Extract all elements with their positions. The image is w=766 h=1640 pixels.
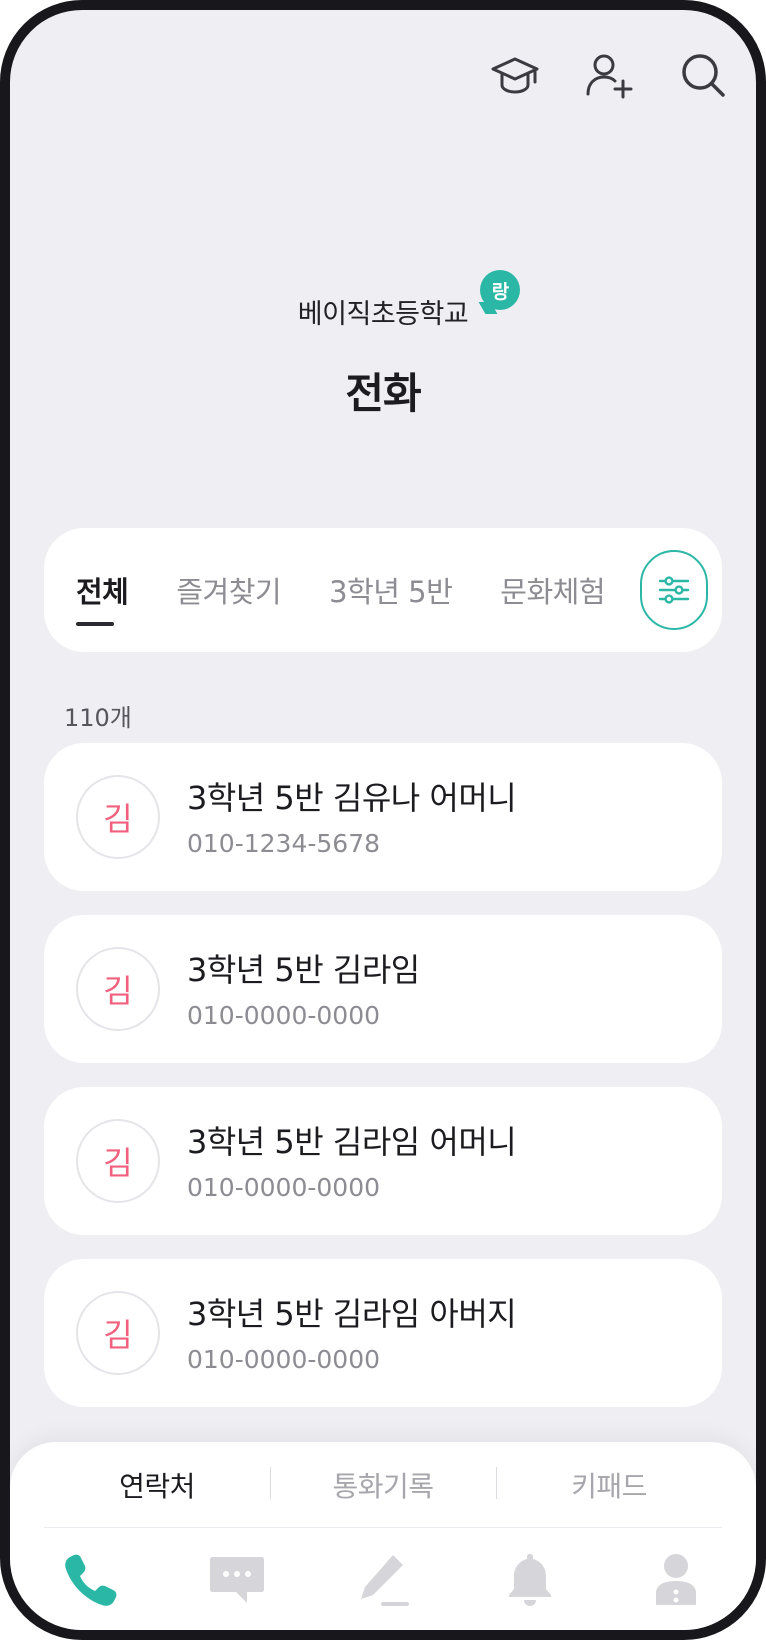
group-tabs: 전체 즐겨찾기 3학년 5반 문화체험	[44, 528, 722, 652]
top-toolbar	[488, 48, 730, 102]
phone-segment-control: 연락처 통화기록 키패드	[44, 1442, 722, 1528]
school-name: 베이직초등학교 랑	[297, 270, 521, 331]
avatar: 김	[76, 1291, 160, 1375]
bell-icon	[508, 1554, 551, 1606]
search-icon[interactable]	[676, 48, 730, 102]
tab-all[interactable]: 전체	[76, 528, 129, 652]
school-badge: 랑	[480, 270, 521, 310]
nav-messages[interactable]	[197, 1544, 277, 1614]
contact-name: 3학년 5반 김라임	[187, 951, 420, 989]
tab-grade3-class5[interactable]: 3학년 5반	[329, 528, 453, 652]
phone-frame: 베이직초등학교 랑 전화 전체 즐겨찾기 3학년 5반 문화체험 110개 김 …	[0, 0, 766, 1640]
avatar: 김	[76, 947, 160, 1031]
tab-culture[interactable]: 문화체험	[500, 528, 605, 652]
tab-favorites[interactable]: 즐겨찾기	[176, 528, 281, 652]
contact-item[interactable]: 김 3학년 5반 김라임 어머니 010-0000-0000	[44, 1087, 722, 1235]
contact-item[interactable]: 김 3학년 5반 김라임 010-0000-0000	[44, 915, 722, 1063]
segment-contacts[interactable]: 연락처	[44, 1465, 270, 1505]
add-user-icon[interactable]	[582, 48, 636, 102]
contact-count: 110개	[64, 704, 132, 732]
bottom-bar: 연락처 통화기록 키패드	[10, 1442, 756, 1630]
contact-phone: 010-1234-5678	[187, 829, 381, 858]
filter-button[interactable]	[640, 550, 708, 630]
contact-name: 3학년 5반 김유나 어머니	[187, 779, 517, 817]
contact-phone: 010-0000-0000	[187, 1001, 381, 1030]
avatar: 김	[76, 1119, 160, 1203]
nav-notes[interactable]	[343, 1544, 423, 1614]
profile-icon	[656, 1554, 696, 1605]
nav-phone[interactable]	[50, 1544, 130, 1614]
school-header: 베이직초등학교 랑	[10, 270, 756, 331]
contact-phone: 010-0000-0000	[187, 1345, 381, 1374]
contact-item[interactable]: 김 3학년 5반 김라임 아버지 010-0000-0000	[44, 1259, 722, 1407]
segment-call-history[interactable]: 통화기록	[270, 1465, 496, 1505]
page-title: 전화	[345, 369, 421, 418]
contact-name: 3학년 5반 김라임 아버지	[187, 1295, 517, 1333]
segment-keypad[interactable]: 키패드	[496, 1465, 722, 1505]
contact-phone: 010-0000-0000	[187, 1173, 381, 1202]
phone-icon	[65, 1554, 117, 1606]
school-name-text: 베이직초등학교	[297, 299, 469, 330]
nav-profile[interactable]	[636, 1544, 716, 1614]
contact-name: 3학년 5반 김라임 어머니	[187, 1123, 517, 1161]
avatar: 김	[76, 775, 160, 859]
contact-item[interactable]: 김 3학년 5반 김유나 어머니 010-1234-5678	[44, 743, 722, 891]
sliders-icon	[658, 576, 690, 604]
graduation-cap-icon[interactable]	[488, 48, 542, 102]
message-icon	[209, 1557, 264, 1603]
nav-notifications[interactable]	[490, 1544, 570, 1614]
bottom-nav	[44, 1544, 722, 1614]
pen-icon	[361, 1555, 409, 1606]
